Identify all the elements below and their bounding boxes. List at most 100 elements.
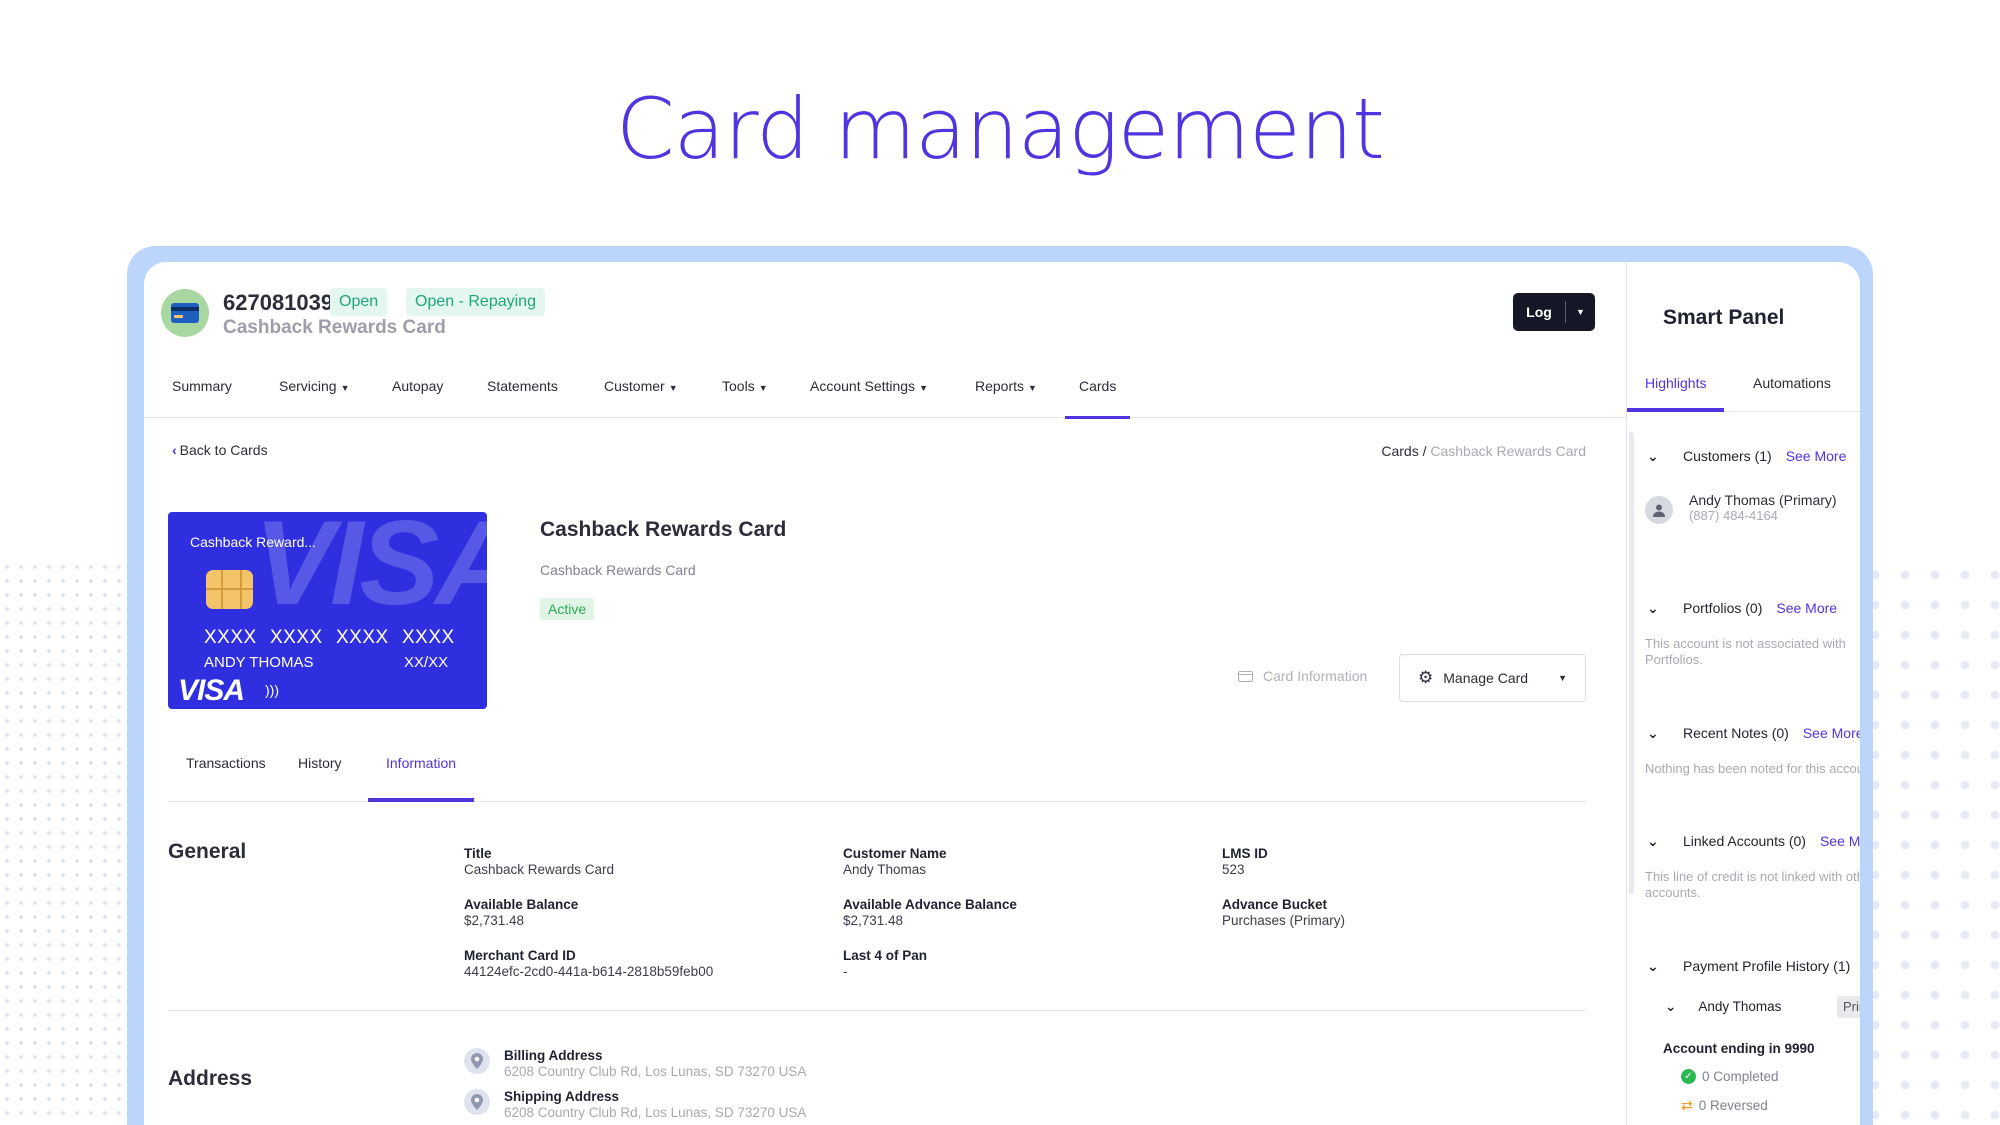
card-number-group: XXXX — [402, 627, 455, 648]
card-expiry: XX/XX — [404, 654, 449, 671]
customer-row[interactable]: Andy Thomas (Primary) (887) 484-4164 — [1645, 492, 1837, 524]
tab-tools[interactable]: Tools ▼ — [722, 354, 768, 418]
field-label: Merchant Card ID — [464, 948, 576, 963]
main-content: 627081039 Open Open - Repaying Cashback … — [144, 262, 1626, 1125]
tab-label: Tools — [722, 378, 755, 394]
card-number-group: XXXX — [336, 627, 389, 648]
shipping-address: Shipping Address 6208 Country Club Rd, Lo… — [464, 1089, 806, 1121]
tab-highlights[interactable]: Highlights — [1627, 358, 1726, 412]
chevron-down-icon: ⌄ — [1665, 999, 1677, 1014]
tab-autopay[interactable]: Autopay — [392, 354, 443, 418]
see-more-link[interactable]: See More — [1776, 600, 1837, 616]
page-title: Card management — [616, 80, 1385, 178]
customer-name: Andy Thomas (Primary) — [1689, 492, 1837, 508]
field-title: Title Cashback Rewards Card — [464, 846, 614, 878]
tab-label: Servicing — [279, 378, 337, 394]
back-link-label: Back to Cards — [179, 442, 268, 458]
see-more-link[interactable]: See More — [1803, 725, 1860, 741]
field-value: 523 — [1222, 862, 1245, 877]
address-label: Billing Address — [504, 1048, 603, 1063]
app-window: 627081039 Open Open - Repaying Cashback … — [144, 262, 1860, 1125]
tab-automations[interactable]: Automations — [1753, 358, 1831, 412]
see-more-link[interactable]: See More — [1786, 448, 1847, 464]
breadcrumb-cards[interactable]: Cards — [1381, 443, 1418, 459]
tab-information[interactable]: Information — [367, 732, 475, 802]
smart-panel-scrollbar[interactable] — [1629, 432, 1634, 894]
card-information-button[interactable]: Card Information — [1238, 668, 1367, 684]
tab-servicing[interactable]: Servicing ▼ — [279, 354, 350, 418]
breadcrumb: Cards / Cashback Rewards Card — [1381, 443, 1586, 459]
tab-label: Summary — [172, 378, 232, 394]
holder-name: Andy Thomas — [1698, 999, 1782, 1014]
tab-history[interactable]: History — [298, 732, 342, 802]
tab-label: Autopay — [392, 378, 444, 394]
tab-account-settings[interactable]: Account Settings ▼ — [810, 354, 928, 418]
see-more-link[interactable]: See More — [1820, 833, 1860, 849]
card-image-name: Cashback Reward... — [190, 534, 317, 550]
customers-section-header[interactable]: ⌄ Customers (1) See More — [1647, 448, 1846, 465]
payment-profile-holder[interactable]: ⌄ Andy Thomas — [1665, 999, 1781, 1015]
caret-down-icon: ▼ — [1558, 673, 1567, 683]
recent-notes-section-header[interactable]: ⌄ Recent Notes (0) See More — [1647, 725, 1860, 742]
tab-transactions[interactable]: Transactions — [186, 732, 266, 802]
log-button-label: Log — [1526, 304, 1552, 320]
caret-down-icon[interactable]: ▼ — [1566, 307, 1595, 317]
tab-reports[interactable]: Reports ▼ — [975, 354, 1037, 418]
log-button[interactable]: Log ▼ — [1513, 293, 1595, 331]
payment-account-ending: Account ending in 9990 — [1663, 1041, 1815, 1056]
tab-label: Customer — [604, 378, 665, 394]
account-avatar — [161, 289, 209, 337]
address-value: 6208 Country Club Rd, Los Lunas, SD 7327… — [504, 1105, 807, 1120]
field-merchant-card-id: Merchant Card ID 44124efc-2cd0-441a-b614-… — [464, 948, 713, 980]
field-label: Available Advance Balance — [843, 897, 1017, 912]
card-number-group: XXXX — [270, 627, 323, 648]
linked-empty-text: This line of credit is not linked with o… — [1645, 869, 1860, 900]
tab-customer[interactable]: Customer ▼ — [604, 354, 678, 418]
account-product-name: Cashback Rewards Card — [223, 317, 446, 338]
field-available-balance: Available Balance $2,731.48 — [464, 897, 578, 929]
caret-down-icon: ▼ — [919, 383, 928, 393]
location-pin-icon — [464, 1048, 490, 1074]
field-value: Cashback Rewards Card — [464, 862, 615, 877]
field-label: Available Balance — [464, 897, 579, 912]
field-customer-name: Customer Name Andy Thomas — [843, 846, 947, 878]
section-title: Portfolios (0) — [1683, 600, 1763, 616]
field-label: Title — [464, 846, 492, 861]
payment-profile-section-header[interactable]: ⌄ Payment Profile History (1) — [1647, 958, 1850, 975]
linked-accounts-section-header[interactable]: ⌄ Linked Accounts (0) See More — [1647, 833, 1860, 850]
check-circle-icon: ✓ — [1681, 1069, 1696, 1084]
tab-summary[interactable]: Summary — [172, 354, 232, 418]
chevron-left-icon: ‹ — [172, 442, 177, 458]
card-information-label: Card Information — [1263, 668, 1368, 684]
chip-icon — [206, 570, 253, 609]
address-section-title: Address — [168, 1067, 253, 1090]
card-outline-icon — [1238, 670, 1253, 682]
field-value: $2,731.48 — [843, 913, 904, 928]
smart-panel: Smart Panel Highlights Automations ⌄ Cust… — [1626, 262, 1860, 1125]
caret-down-icon: ▼ — [340, 383, 350, 393]
swap-arrows-icon: ⇄ — [1681, 1097, 1693, 1113]
tab-cards[interactable]: Cards — [1064, 354, 1131, 419]
account-number: 627081039 — [223, 290, 334, 315]
tab-statements[interactable]: Statements — [487, 354, 558, 418]
card-image: VISA Cashback Reward... XXXX XXXX XXXX X… — [168, 512, 487, 709]
status-badge-active: Active — [540, 598, 595, 620]
account-nav: Summary Servicing ▼ Autopay Statements Cu… — [144, 354, 1626, 419]
card-subtitle: Cashback Rewards Card — [540, 562, 696, 578]
tab-label: Statements — [487, 378, 558, 394]
portfolios-section-header[interactable]: ⌄ Portfolios (0) See More — [1647, 600, 1837, 617]
visa-logo: VISA — [178, 674, 245, 707]
gear-icon: ⚙ — [1418, 668, 1434, 687]
card-subtabs: Transactions History Information — [168, 732, 1586, 802]
breadcrumb-current: Cashback Rewards Card — [1430, 443, 1586, 459]
manage-card-button[interactable]: ⚙ Manage Card ▼ — [1399, 654, 1586, 702]
portfolios-empty-text: This account is not associated with Port… — [1645, 636, 1846, 667]
card-title: Cashback Rewards Card — [540, 518, 787, 541]
address-value: 6208 Country Club Rd, Los Lunas, SD 7327… — [504, 1064, 807, 1079]
field-label: Last 4 of Pan — [843, 948, 928, 963]
tab-label: Reports — [975, 378, 1025, 394]
back-to-cards-link[interactable]: ‹ Back to Cards — [172, 442, 268, 458]
chevron-down-icon: ⌄ — [1647, 958, 1659, 974]
visa-watermark: VISA — [254, 512, 487, 630]
section-title: Payment Profile History (1) — [1683, 958, 1851, 974]
